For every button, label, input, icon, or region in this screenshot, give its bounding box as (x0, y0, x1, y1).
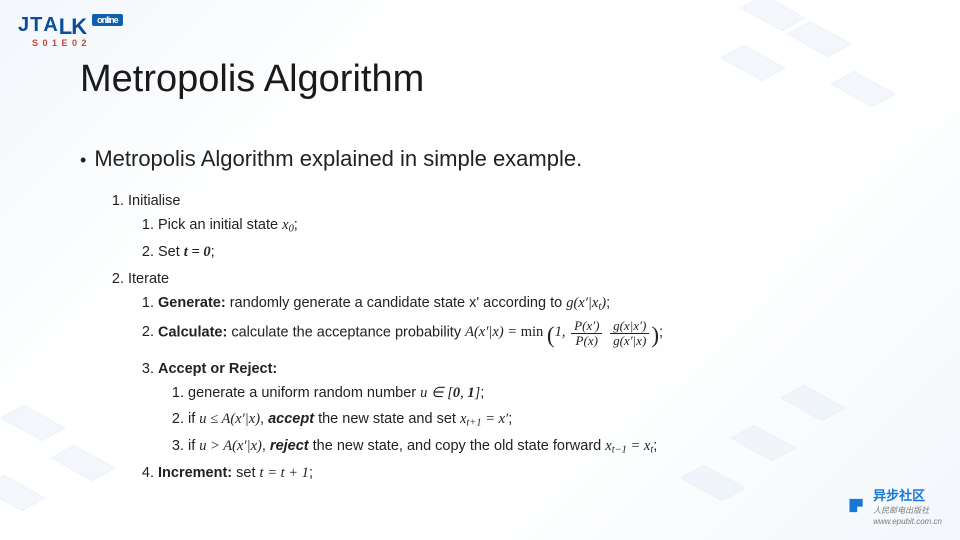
algo-substep-increment: Increment: set t = t + 1; (158, 462, 900, 484)
algo-math: xt+1 = x′ (460, 411, 508, 427)
algo-subsubstep: generate a uniform random number u ∈ [0,… (188, 382, 900, 404)
algo-strong: Accept or Reject: (158, 361, 277, 377)
algo-step-initialise: Initialise Pick an initial state x0; Set… (128, 190, 900, 264)
algo-math: xt−1 = xt (605, 438, 653, 454)
algo-math: u ∈ [0, 1] (420, 385, 480, 401)
algo-subsubstep: if u > A(x′|x), reject the new state, an… (188, 435, 900, 459)
algo-text: Pick an initial state (158, 217, 282, 233)
algo-math: u > A(x′|x) (199, 438, 262, 454)
algo-substep-generate: Generate: randomly generate a candidate … (158, 292, 900, 316)
algorithm-block: Initialise Pick an initial state x0; Set… (106, 190, 900, 489)
algo-strong: Generate: (158, 295, 226, 311)
algo-text: calculate the acceptance probability (227, 324, 465, 340)
algo-text: Set (158, 244, 184, 260)
algo-action: reject (270, 438, 309, 454)
algo-text: generate a uniform random number (188, 385, 420, 401)
bullet-dot-icon: • (80, 146, 86, 174)
algo-math: t = t + 1 (260, 465, 309, 481)
algo-text: if (188, 411, 199, 427)
brand-logo-epubit: 异步社区 人民邮电出版社 www.epubit.com.cn (845, 485, 942, 526)
epubit-text: 异步社区 (873, 488, 925, 503)
algo-substep-calculate: Calculate: calculate the acceptance prob… (158, 319, 900, 355)
algo-math: g(x′|xt) (566, 295, 606, 311)
algo-step-label: Initialise (128, 193, 180, 209)
background-cubes-top-right (710, 0, 960, 160)
bullet-text: Metropolis Algorithm explained in simple… (94, 146, 582, 172)
algo-substep: Set t = 0; (158, 241, 900, 263)
algo-math-one: 1 (555, 324, 562, 340)
algo-action: accept (268, 411, 314, 427)
page-title: Metropolis Algorithm (80, 58, 424, 101)
algo-text: set (232, 465, 259, 481)
algo-math: u ≤ A(x′|x) (199, 411, 260, 427)
algo-math: x0 (282, 217, 294, 233)
algo-strong: Increment: (158, 465, 232, 481)
algo-substep-accept-reject: Accept or Reject: generate a uniform ran… (158, 358, 900, 459)
algo-text: the new state and set (314, 411, 460, 427)
algo-text: , (262, 438, 270, 454)
bullet-item: • Metropolis Algorithm explained in simp… (80, 146, 582, 174)
brand-episode-code: S 0 1 E 0 2 (32, 38, 88, 48)
algo-strong: Calculate: (158, 324, 227, 340)
algo-text: the new state, and copy the old state fo… (309, 438, 606, 454)
algo-math: A(x′|x) = min (1, P(x′)P(x) g(x|x′)g(x′|… (465, 324, 659, 340)
algo-text: randomly generate a candidate state x' a… (226, 295, 567, 311)
algo-math: t = 0 (184, 244, 211, 260)
algo-subsubstep: if u ≤ A(x′|x), accept the new state and… (188, 408, 900, 432)
algo-text: if (188, 438, 199, 454)
brand-logo-jtalk: JTALK online (18, 14, 123, 40)
brand-online-tag: online (92, 14, 123, 26)
algo-substep: Pick an initial state x0; (158, 214, 900, 238)
algo-step-iterate: Iterate Generate: randomly generate a ca… (128, 268, 900, 485)
epubit-sub2: www.epubit.com.cn (873, 517, 942, 526)
epubit-sub1: 人民邮电出版社 (873, 505, 942, 516)
epubit-mark-icon (845, 495, 867, 517)
algo-text: , (260, 411, 268, 427)
algo-step-label: Iterate (128, 271, 169, 287)
